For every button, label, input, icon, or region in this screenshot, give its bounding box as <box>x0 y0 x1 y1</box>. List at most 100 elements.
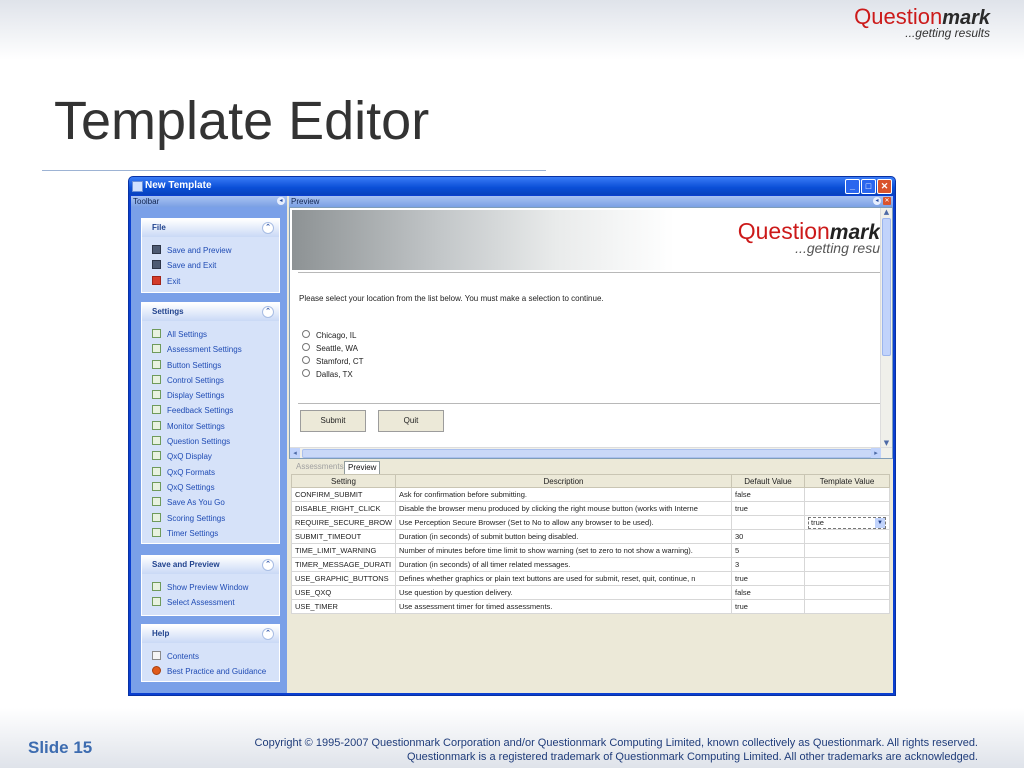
radio-button[interactable] <box>302 343 310 351</box>
collapse-chevron-icon[interactable]: ⌃ <box>262 559 274 571</box>
radio-option[interactable]: Chicago, IL <box>302 330 356 340</box>
sidebar-item-timer-settings[interactable]: Timer Settings <box>152 526 279 541</box>
preview-pane-label: Preview <box>291 197 320 206</box>
radio-option[interactable]: Stamford, CT <box>302 356 364 366</box>
settings-page-icon <box>152 359 161 369</box>
cell-template-value[interactable] <box>804 599 890 614</box>
settings-page-icon <box>152 497 161 507</box>
radio-option[interactable]: Dallas, TX <box>302 369 353 379</box>
sidebar-item-show-preview-window[interactable]: Show Preview Window <box>152 580 279 595</box>
cell-template-value[interactable] <box>804 557 890 572</box>
cell-default-value: 3 <box>731 557 805 572</box>
file-group: File ⌃ Save and Preview Save and Exit Ex… <box>141 218 280 293</box>
cell-template-value[interactable] <box>804 487 890 502</box>
table-row[interactable]: USE_GRAPHIC_BUTTONS Defines whether grap… <box>291 571 890 586</box>
file-group-header[interactable]: File ⌃ <box>142 219 279 237</box>
sidebar-item-display-settings[interactable]: Display Settings <box>152 388 279 403</box>
sidebar-item-button-settings[interactable]: Button Settings <box>152 358 279 373</box>
radio-button[interactable] <box>302 369 310 377</box>
sidebar-item-save-and-preview[interactable]: Save and Preview <box>152 243 279 258</box>
sidebar-item-control-settings[interactable]: Control Settings <box>152 373 279 388</box>
template-editor-window: New Template _ □ ✕ Toolbar ◂ File ⌃ Save a… <box>128 176 896 696</box>
cell-template-value[interactable] <box>804 585 890 600</box>
column-header-setting[interactable]: Setting <box>291 474 396 488</box>
quit-button[interactable]: Quit <box>378 410 444 432</box>
preview-banner: Questionmark ...getting resu <box>292 210 880 270</box>
copyright-notice: Copyright © 1995-2007 Questionmark Corpo… <box>178 736 978 764</box>
tab-assessments[interactable]: Assessments <box>293 461 347 473</box>
scroll-thumb[interactable] <box>302 449 872 458</box>
submit-button[interactable]: Submit <box>300 410 366 432</box>
close-button[interactable]: ✕ <box>877 179 892 194</box>
table-row[interactable]: TIME_LIMIT_WARNING Number of minutes bef… <box>291 543 890 558</box>
sidebar-item-monitor-settings[interactable]: Monitor Settings <box>152 419 279 434</box>
pin-icon[interactable]: ◂ <box>873 197 881 205</box>
sidebar-item-save-as-you-go[interactable]: Save As You Go <box>152 495 279 510</box>
preview-pane: Preview ◂ ✕ Questionmark ...getting resu… <box>289 196 893 693</box>
scroll-right-icon[interactable]: ▸ <box>871 448 881 458</box>
minimize-button[interactable]: _ <box>845 179 860 194</box>
cell-description: Ask for confirmation before submitting. <box>395 487 732 502</box>
table-row[interactable]: CONFIRM_SUBMIT Ask for confirmation befo… <box>291 487 890 502</box>
scroll-thumb[interactable] <box>882 218 891 356</box>
horizontal-scrollbar[interactable]: ◂ ▸ <box>290 447 892 458</box>
sidebar-item-qxq-display[interactable]: QxQ Display <box>152 449 279 464</box>
column-header-default-value[interactable]: Default Value <box>731 474 805 488</box>
tab-preview[interactable]: Preview <box>344 461 381 474</box>
table-row[interactable]: DISABLE_RIGHT_CLICK Disable the browser … <box>291 501 890 516</box>
column-header-description[interactable]: Description <box>395 474 732 488</box>
scroll-left-icon[interactable]: ◂ <box>290 448 300 458</box>
settings-group-header[interactable]: Settings ⌃ <box>142 303 279 321</box>
radio-option[interactable]: Seattle, WA <box>302 343 358 353</box>
sidebar-item-question-settings[interactable]: Question Settings <box>152 434 279 449</box>
collapse-chevron-icon[interactable]: ⌃ <box>262 628 274 640</box>
table-row[interactable]: USE_TIMER Use assessment timer for timed… <box>291 599 890 614</box>
table-row[interactable]: TIMER_MESSAGE_DURATI Duration (in second… <box>291 557 890 572</box>
scroll-up-icon[interactable]: ▲ <box>881 208 892 217</box>
sidebar-item-qxq-formats[interactable]: QxQ Formats <box>152 465 279 480</box>
pin-icon[interactable]: ◂ <box>277 197 285 205</box>
table-row[interactable]: SUBMIT_TIMEOUT Duration (in seconds) of … <box>291 529 890 544</box>
sidebar-item-assessment-settings[interactable]: Assessment Settings <box>152 342 279 357</box>
maximize-button[interactable]: □ <box>861 179 876 194</box>
cell-template-value[interactable] <box>804 529 890 544</box>
cell-default-value: 5 <box>731 543 805 558</box>
template-value-select[interactable]: true ▼ <box>808 516 886 529</box>
sidebar-item-scoring-settings[interactable]: Scoring Settings <box>152 511 279 526</box>
sidebar-item-exit[interactable]: Exit <box>152 274 279 289</box>
close-pane-icon[interactable]: ✕ <box>883 197 891 205</box>
help-group: Help ⌃ Contents Best Practice and Guidan… <box>141 624 280 682</box>
save-preview-group-title: Save and Preview <box>152 560 220 569</box>
column-header-template-value[interactable]: Template Value <box>804 474 890 488</box>
cell-default-value: 30 <box>731 529 805 544</box>
cell-template-value[interactable]: true ▼ <box>804 515 890 530</box>
preview-divider <box>298 272 880 273</box>
sidebar-item-select-assessment[interactable]: Select Assessment <box>152 595 279 610</box>
chevron-down-icon[interactable]: ▼ <box>875 517 885 528</box>
sidebar-item-qxq-settings[interactable]: QxQ Settings <box>152 480 279 495</box>
sidebar-item-all-settings[interactable]: All Settings <box>152 327 279 342</box>
collapse-chevron-icon[interactable]: ⌃ <box>262 222 274 234</box>
save-preview-group-header[interactable]: Save and Preview ⌃ <box>142 556 279 574</box>
toolbar-pane: Toolbar ◂ File ⌃ Save and Preview Save a… <box>131 196 287 693</box>
brand-logo: Questionmark ...getting results <box>854 4 990 40</box>
help-group-header[interactable]: Help ⌃ <box>142 625 279 643</box>
exit-icon <box>152 275 161 285</box>
cell-template-value[interactable] <box>804 501 890 516</box>
sidebar-item-feedback-settings[interactable]: Feedback Settings <box>152 403 279 418</box>
radio-button[interactable] <box>302 330 310 338</box>
table-row[interactable]: REQUIRE_SECURE_BROW Use Perception Secur… <box>291 515 890 530</box>
sidebar-item-best-practice[interactable]: Best Practice and Guidance <box>152 664 279 679</box>
settings-page-icon <box>152 597 161 607</box>
vertical-scrollbar[interactable]: ▲ ▼ <box>880 208 892 448</box>
table-row[interactable]: USE_QXQ Use question by question deliver… <box>291 585 890 600</box>
cell-template-value[interactable] <box>804 543 890 558</box>
cell-template-value[interactable] <box>804 571 890 586</box>
collapse-chevron-icon[interactable]: ⌃ <box>262 306 274 318</box>
sidebar-item-save-and-exit[interactable]: Save and Exit <box>152 258 279 273</box>
preview-divider <box>298 403 880 404</box>
radio-button[interactable] <box>302 356 310 364</box>
cell-description: Duration (in seconds) of all timer relat… <box>395 557 732 572</box>
sidebar-item-contents[interactable]: Contents <box>152 649 279 664</box>
window-titlebar[interactable]: New Template _ □ ✕ <box>129 177 895 195</box>
